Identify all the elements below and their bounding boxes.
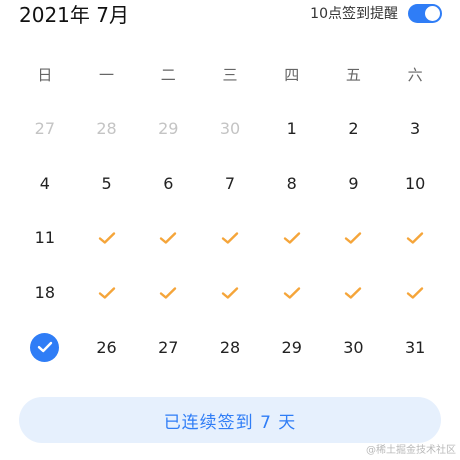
calendar-day[interactable]: [384, 211, 446, 266]
calendar-day[interactable]: [199, 265, 261, 320]
check-icon: [283, 231, 301, 245]
month-title: 2021年 7月: [19, 3, 129, 27]
check-icon: [221, 231, 239, 245]
day-number: 6: [163, 173, 174, 193]
day-number: 29: [158, 118, 179, 138]
calendar-grid: 27 28 29 30 1 2 3 4 5 6 7 8 9 10 11 18 26 27 28 29 30 31: [14, 101, 446, 375]
check-icon: [159, 286, 177, 300]
calendar-day[interactable]: 9: [323, 156, 385, 211]
weekday-row: 日 一 二 三 四 五 六: [14, 62, 446, 88]
calendar-day[interactable]: 30: [323, 320, 385, 375]
day-number: 28: [219, 337, 241, 357]
check-icon: [406, 286, 424, 300]
day-number: 11: [34, 228, 56, 248]
day-number: 28: [96, 118, 117, 138]
check-icon: [344, 286, 362, 300]
calendar-day[interactable]: [137, 211, 199, 266]
calendar-day[interactable]: 11: [14, 211, 76, 266]
calendar-day[interactable]: [76, 211, 138, 266]
checked-today-icon: [30, 332, 60, 362]
calendar-day[interactable]: [137, 265, 199, 320]
weekday-label: 四: [284, 66, 300, 84]
watermark: @稀土掘金技术社区: [366, 445, 456, 456]
day-number: 30: [343, 337, 364, 357]
weekday-label: 日: [37, 66, 53, 84]
weekday-label: 二: [160, 66, 176, 84]
calendar-day[interactable]: [323, 265, 385, 320]
calendar-day[interactable]: 29: [137, 101, 199, 156]
calendar-day[interactable]: 8: [261, 156, 323, 211]
calendar-day[interactable]: [14, 320, 76, 375]
calendar-day[interactable]: [261, 265, 323, 320]
day-number: 5: [101, 173, 112, 193]
calendar-header: 2021年 7月 10点签到提醒: [0, 0, 460, 30]
calendar-day[interactable]: 27: [137, 320, 199, 375]
day-number: 18: [34, 283, 56, 303]
calendar-day[interactable]: [76, 265, 138, 320]
calendar-day[interactable]: 2: [323, 101, 385, 156]
calendar-day[interactable]: 4: [14, 156, 76, 211]
day-number: 26: [96, 337, 117, 357]
day-number: 7: [224, 173, 236, 193]
calendar-day[interactable]: [261, 211, 323, 266]
check-icon: [221, 286, 239, 300]
calendar-day[interactable]: 3: [384, 101, 446, 156]
check-icon: [406, 231, 424, 245]
calendar-day[interactable]: 7: [199, 156, 261, 211]
check-icon: [98, 231, 116, 245]
weekday-label: 六: [407, 66, 423, 84]
day-number: 31: [404, 337, 426, 357]
calendar-day[interactable]: 10: [384, 156, 446, 211]
day-number: 4: [39, 173, 50, 193]
calendar-day[interactable]: 26: [76, 320, 138, 375]
check-icon: [283, 286, 301, 300]
day-number: 29: [281, 337, 302, 357]
day-number: 3: [410, 118, 421, 138]
check-icon: [159, 231, 177, 245]
weekday-label: 一: [99, 66, 115, 84]
weekday-label: 五: [345, 66, 361, 84]
day-number: 2: [348, 118, 359, 138]
day-number: 1: [286, 118, 297, 138]
reminder-label: 10点签到提醒: [310, 6, 398, 22]
day-number: 30: [219, 118, 241, 138]
day-number: 9: [348, 173, 359, 193]
day-number: 8: [286, 173, 297, 193]
calendar-day[interactable]: 31: [384, 320, 446, 375]
day-number: 10: [404, 173, 426, 193]
toggle-knob: [425, 6, 440, 21]
calendar-day[interactable]: 6: [137, 156, 199, 211]
calendar-day[interactable]: 29: [261, 320, 323, 375]
calendar-day[interactable]: [199, 211, 261, 266]
check-icon: [98, 286, 116, 300]
calendar-day[interactable]: 18: [14, 265, 76, 320]
streak-button[interactable]: 已连续签到 7 天: [19, 397, 441, 443]
calendar-day[interactable]: 28: [199, 320, 261, 375]
calendar-day[interactable]: 5: [76, 156, 138, 211]
calendar-day[interactable]: 28: [76, 101, 138, 156]
reminder-toggle[interactable]: [408, 4, 442, 23]
day-number: 27: [158, 337, 179, 357]
calendar-day[interactable]: [384, 265, 446, 320]
calendar-day[interactable]: 1: [261, 101, 323, 156]
day-number: 27: [34, 118, 56, 138]
calendar-day[interactable]: [323, 211, 385, 266]
calendar-day[interactable]: 27: [14, 101, 76, 156]
calendar-day[interactable]: 30: [199, 101, 261, 156]
weekday-label: 三: [222, 66, 238, 84]
check-icon: [344, 231, 362, 245]
